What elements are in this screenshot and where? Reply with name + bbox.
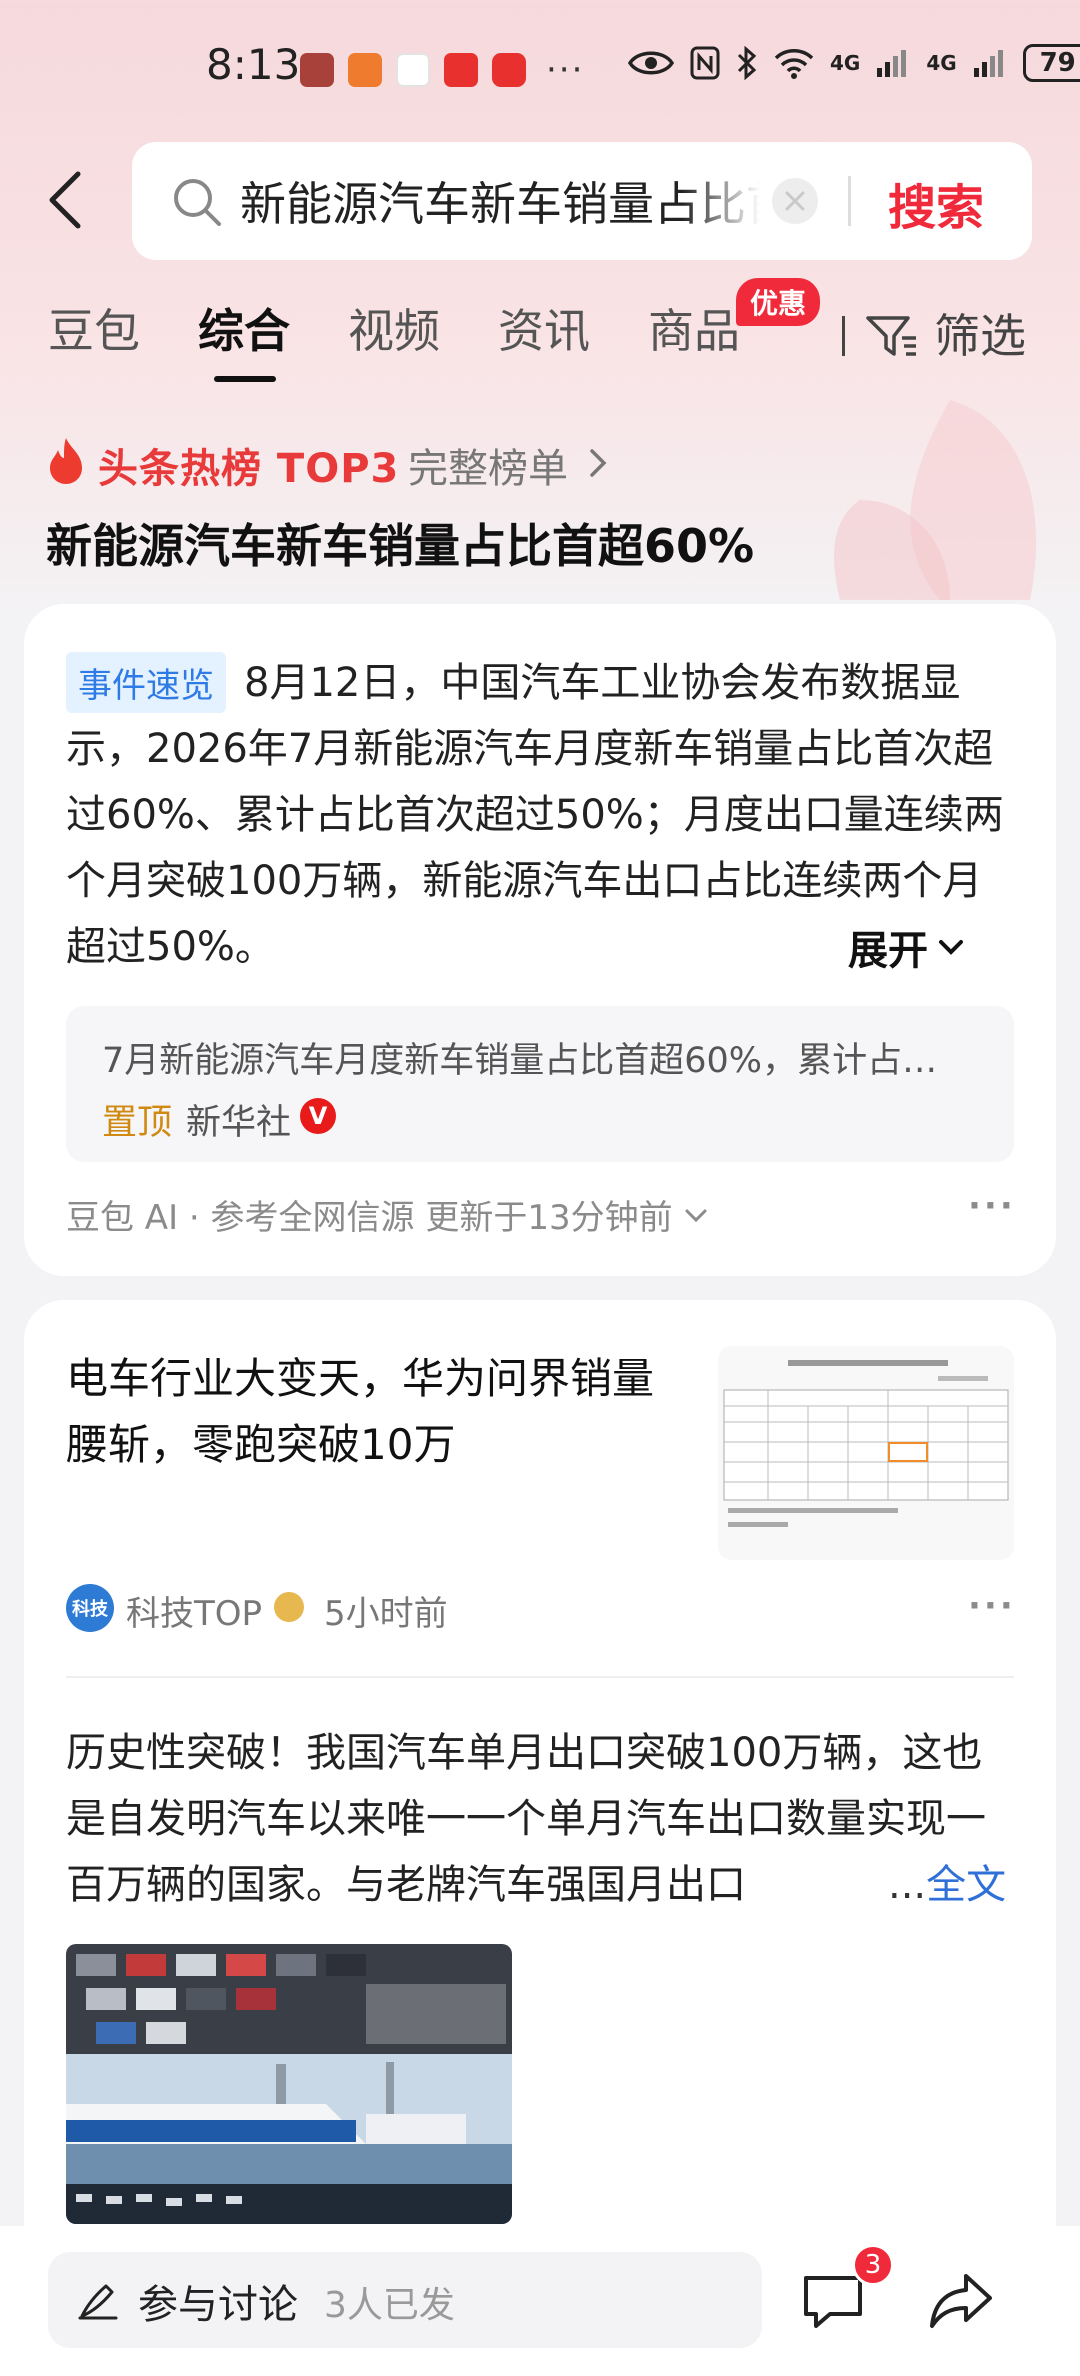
author-badge-icon [274, 1592, 304, 1622]
clear-search-button[interactable] [772, 178, 818, 224]
pinned-label: 置顶 [102, 1103, 173, 1143]
active-tab-indicator [214, 376, 276, 382]
wifi-icon [774, 49, 814, 79]
nfc-icon [690, 46, 720, 80]
back-arrow-icon[interactable] [40, 168, 96, 232]
comment-count-badge: 3 [852, 2244, 894, 2286]
app-notification-icon [444, 53, 478, 87]
signal-icon [973, 50, 1003, 77]
discuss-count: 3人已发 [324, 2285, 455, 2326]
pen-icon [78, 2284, 118, 2320]
share-icon[interactable] [928, 2270, 994, 2332]
hot-topic-title[interactable]: 新能源汽车新车销量占比首超60% [46, 510, 754, 576]
divider [66, 1676, 1014, 1678]
discuss-label: 参与讨论 [138, 2282, 298, 2328]
chevron-down-icon [685, 1209, 707, 1222]
decorative-background [834, 400, 1037, 600]
article-thumbnail[interactable] [718, 1346, 1014, 1560]
network-type-2: 4G [926, 51, 957, 75]
full-text-link[interactable]: ...全文 [882, 1852, 1007, 1910]
reference-text: 7月新能源汽车月度新车销量占比首超60%，累计占比首超50% [102, 1041, 952, 1081]
table-thumbnail-image [718, 1346, 1014, 1560]
source-name: 新华社 [186, 1103, 292, 1143]
search-input[interactable]: 新能源汽车新车销量占比首超60% [240, 168, 760, 234]
notification-icons: ··· [300, 50, 584, 90]
post-body: 历史性突破！我国汽车单月出口突破100万辆，这也是自发明汽车以来唯一一个单月汽车… [66, 1730, 986, 1908]
tab-comprehensive[interactable]: 综合 [198, 295, 290, 361]
app-notification-icon [348, 53, 382, 87]
more-notifications-icon: ··· [546, 50, 585, 90]
ai-footer-text: 豆包 AI · 参考全网信源 更新于13分钟前 [66, 1198, 673, 1238]
hot-list-label[interactable]: 头条热榜 TOP3 [98, 436, 399, 494]
app-notification-icon [396, 53, 430, 87]
app-notification-icon [492, 53, 526, 87]
comment-icon[interactable] [800, 2270, 866, 2332]
search-icon [174, 179, 221, 226]
search-divider [848, 176, 851, 226]
filter-icon[interactable] [864, 308, 920, 364]
full-list-link[interactable]: 完整榜单 [408, 436, 568, 494]
tab-separator [842, 316, 845, 356]
status-time: 8:13 [206, 40, 301, 89]
tab-doubao[interactable]: 豆包 [48, 295, 140, 361]
post-image[interactable] [66, 1944, 512, 2224]
network-type-1: 4G [830, 51, 861, 75]
promo-badge: 优惠 [736, 278, 821, 326]
app-notification-icon [300, 53, 334, 87]
search-button[interactable]: 搜索 [888, 168, 984, 238]
chevron-right-icon[interactable] [586, 446, 610, 480]
close-icon [785, 191, 805, 211]
event-tag: 事件速览 [66, 652, 226, 713]
tab-products[interactable]: 商品 [648, 295, 740, 361]
system-icons: 4G 4G 79 [628, 44, 1080, 82]
author-avatar[interactable]: 科技 [66, 1584, 114, 1632]
verified-icon: V [300, 1098, 336, 1134]
author-name[interactable]: 科技TOP [126, 1586, 262, 1635]
chevron-down-icon [939, 940, 963, 955]
post-text[interactable]: 历史性突破！我国汽车单月出口突破100万辆，这也是自发明汽车以来唯一一个单月汽车… [66, 1720, 1014, 1918]
expand-label: 展开 [848, 928, 928, 974]
battery-icon: 79 [1022, 44, 1080, 82]
filter-button[interactable]: 筛选 [934, 300, 1026, 366]
publish-time: 5小时前 [324, 1594, 448, 1634]
bluetooth-icon [737, 46, 757, 80]
flame-icon [50, 438, 82, 484]
eye-icon [628, 51, 674, 75]
article-title[interactable]: 电车行业大变天，华为问界销量腰斩，零跑突破10万 [66, 1346, 686, 1478]
tab-news[interactable]: 资讯 [498, 295, 590, 361]
tab-video[interactable]: 视频 [348, 295, 440, 361]
more-options-icon[interactable]: ··· [968, 1186, 1016, 1226]
more-options-icon[interactable]: ··· [968, 1586, 1016, 1626]
signal-icon [877, 50, 907, 77]
ai-footer[interactable]: 豆包 AI · 参考全网信源 更新于13分钟前 [66, 1190, 709, 1239]
full-text-label: 全文 [926, 1862, 1007, 1908]
port-cargo-image [66, 1944, 512, 2224]
expand-button[interactable]: 展开 [834, 918, 966, 976]
post-ellipsis: ... [888, 1862, 927, 1908]
